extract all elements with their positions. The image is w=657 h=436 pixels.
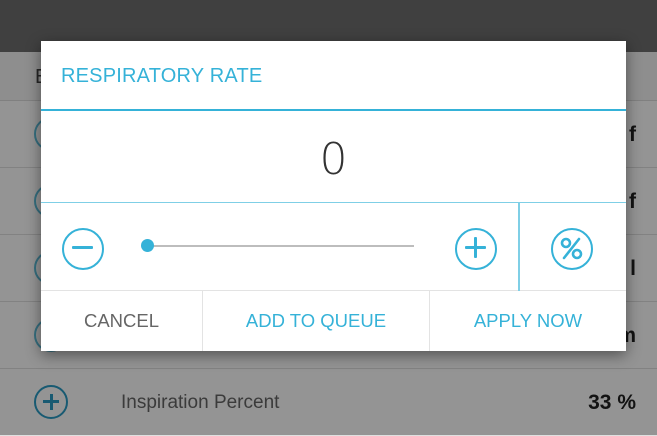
percent-glyph [560,237,583,260]
apply-now-button[interactable]: APPLY NOW [430,291,626,351]
minus-circle-icon[interactable] [62,228,104,270]
dialog-actions: CANCEL ADD TO QUEUE APPLY NOW [41,291,626,351]
respiratory-rate-dialog: RESPIRATORY RATE 0 CANCEL ADD TO QUEUE A… [41,41,626,351]
dialog-header: RESPIRATORY RATE [41,41,626,111]
slider-track [144,245,414,247]
plus-circle-icon[interactable] [455,228,497,270]
cancel-button[interactable]: CANCEL [41,291,203,351]
add-to-queue-button[interactable]: ADD TO QUEUE [203,291,430,351]
value-controls [41,203,626,291]
value-display: 0 [41,111,626,203]
divider [518,203,520,291]
current-value: 0 [319,134,348,185]
slider-thumb[interactable] [140,239,154,252]
value-slider[interactable] [139,233,419,259]
percent-circle-icon[interactable] [551,228,593,270]
dialog-title: RESPIRATORY RATE [61,65,263,87]
